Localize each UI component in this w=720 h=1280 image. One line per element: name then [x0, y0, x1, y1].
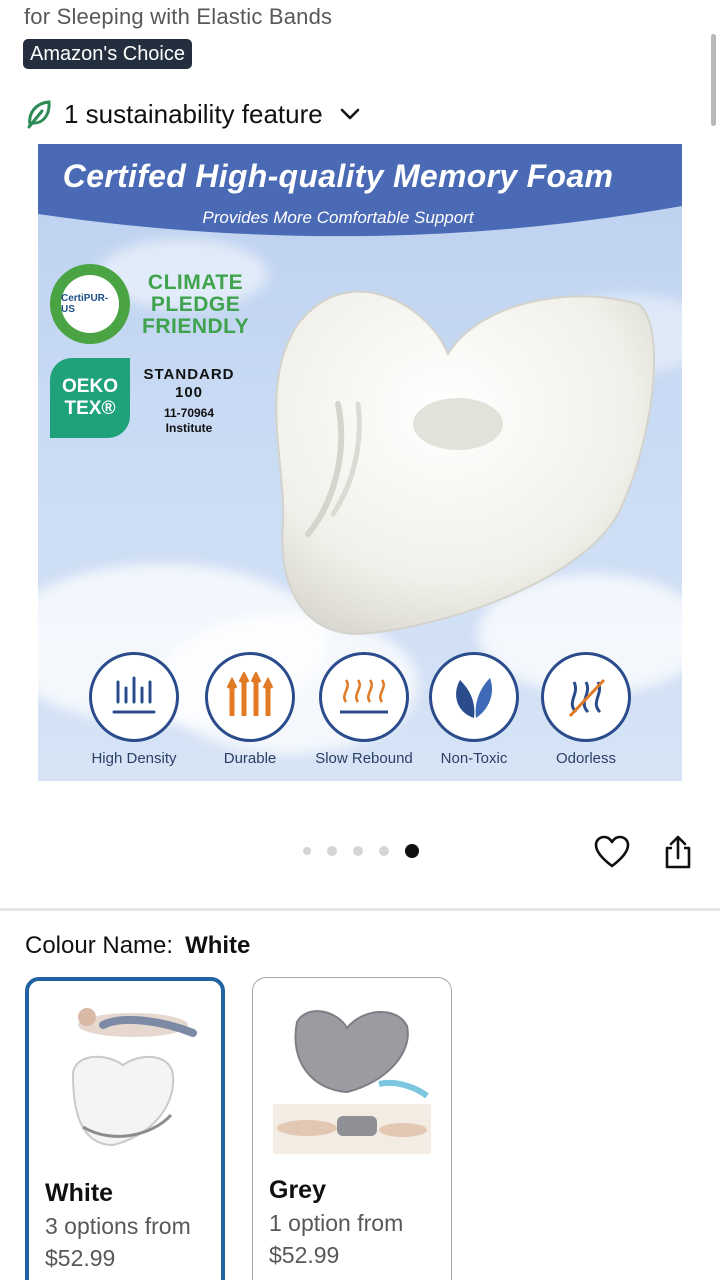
pillow-illustration: [275, 290, 656, 636]
banner-title: Certifed High-quality Memory Foam: [62, 158, 614, 194]
carousel-dot[interactable]: [353, 846, 363, 856]
white-pillow-thumbnail: [71, 1008, 197, 1147]
standard-line: STANDARD: [143, 366, 235, 383]
feature-label: Non-Toxic: [440, 750, 508, 767]
feature-high-density: High Density: [74, 652, 194, 767]
feature-durable: Durable: [190, 652, 310, 767]
feature-odorless: Odorless: [526, 652, 646, 767]
climate-line: CLIMATE: [147, 271, 244, 294]
climate-line: FRIENDLY: [142, 315, 250, 338]
standard-line: Institute: [165, 421, 213, 435]
option-price: $52.99: [269, 1242, 340, 1268]
wishlist-button[interactable]: [592, 832, 632, 872]
feature-label: Odorless: [555, 750, 617, 767]
share-button[interactable]: [658, 832, 698, 872]
product-title: for Sleeping with Elastic Bands: [24, 4, 333, 29]
sustainability-toggle[interactable]: 1 sustainability feature: [26, 96, 361, 132]
option-count: 1 option from: [269, 1210, 404, 1236]
feature-label: Slow Rebound: [315, 750, 413, 767]
standard-line: 11-70964: [163, 406, 215, 420]
option-count: 3 options from: [45, 1213, 191, 1239]
colour-name-heading: Colour Name: White: [25, 932, 250, 960]
climate-line: PLEDGE: [150, 293, 241, 316]
option-name: White: [45, 1179, 114, 1207]
high-density-icon: [89, 652, 179, 742]
carousel-dot-active[interactable]: [405, 844, 419, 858]
carousel-dot[interactable]: [303, 847, 311, 855]
feature-non-toxic: Non-Toxic: [414, 652, 534, 767]
feature-label: Durable: [223, 750, 277, 767]
standard-100-label: STANDARD 100 11-70964 Institute: [142, 366, 236, 436]
durable-icon: [205, 652, 295, 742]
carousel-dots: [303, 844, 419, 858]
scrollbar[interactable]: [711, 34, 716, 126]
colour-label: Colour Name:: [25, 932, 174, 959]
option-price: $52.99: [45, 1245, 116, 1271]
amazons-choice-badge[interactable]: Amazon's Choice: [23, 39, 192, 69]
product-image[interactable]: Certifed High-quality Memory Foam Provid…: [38, 144, 682, 781]
oeko-line: TEX®: [64, 398, 116, 419]
feature-label: High Density: [91, 750, 177, 767]
chevron-down-icon: [340, 108, 360, 120]
odorless-icon: [541, 652, 631, 742]
certipur-logo: CertiPUR-US: [50, 264, 130, 344]
banner-subtitle: Provides More Comfortable Support: [202, 208, 474, 227]
oeko-tex-logo: OEKO TEX®: [50, 358, 130, 438]
climate-pledge-logo: CLIMATE PLEDGE FRIENDLY: [142, 272, 249, 338]
non-toxic-icon: [429, 652, 519, 742]
grey-pillow-thumbnail: [273, 1010, 431, 1154]
standard-line: 100: [174, 384, 204, 401]
colour-option-white[interactable]: White 3 options from $52.99: [25, 977, 225, 1280]
feature-row: High Density Durable Slow Rebound Non-To…: [38, 652, 682, 781]
carousel-dot[interactable]: [379, 846, 389, 856]
oeko-line: OEKO: [62, 376, 118, 397]
section-divider: [0, 908, 720, 911]
slow-rebound-icon: [319, 652, 409, 742]
sustainability-label: 1 sustainability feature: [64, 98, 323, 129]
certipur-label: CertiPUR-US: [61, 275, 119, 333]
share-icon: [665, 835, 691, 869]
heart-icon: [594, 835, 630, 868]
colour-option-grey[interactable]: Grey 1 option from $52.99: [252, 977, 452, 1280]
option-name: Grey: [269, 1176, 326, 1204]
carousel-dot[interactable]: [327, 846, 337, 856]
leaf-icon: [27, 100, 51, 129]
colour-selected-value: White: [185, 932, 251, 959]
feature-slow-rebound: Slow Rebound: [304, 652, 424, 767]
